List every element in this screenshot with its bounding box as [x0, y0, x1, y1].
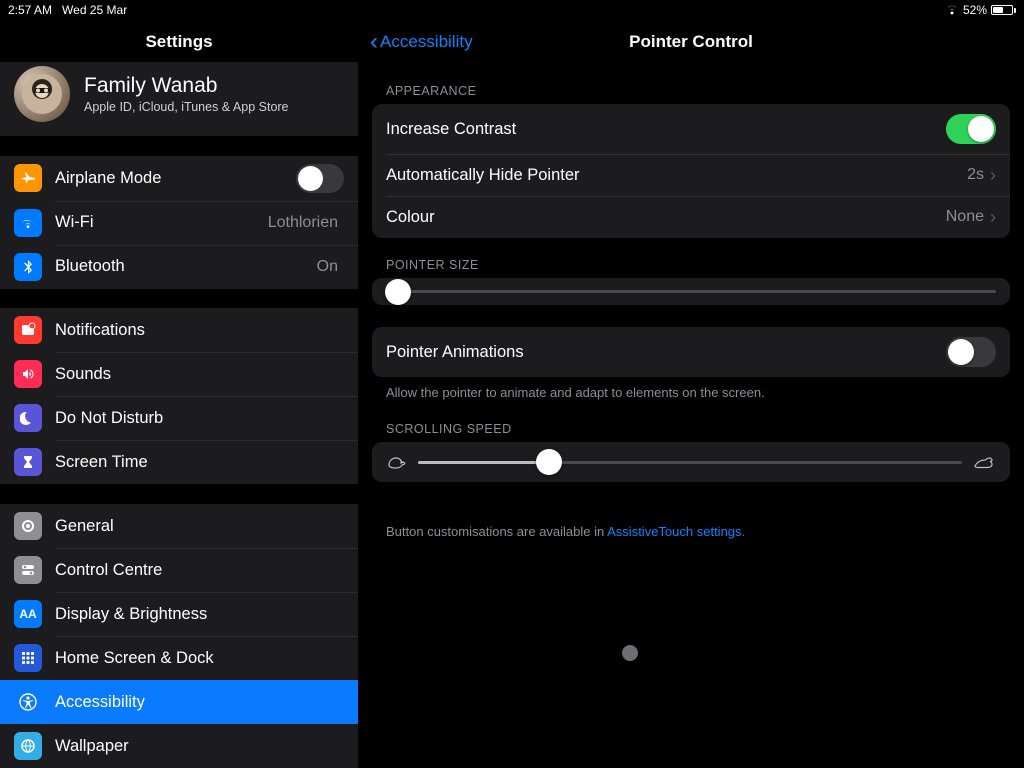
scrolling-speed-slider-card — [372, 442, 1010, 482]
wallpaper-label: Wallpaper — [55, 737, 344, 756]
accessibility-label: Accessibility — [55, 693, 344, 712]
pointer-animations-toggle[interactable] — [946, 337, 996, 367]
status-date: Wed 25 Mar — [62, 3, 127, 17]
accessibility-icon — [14, 688, 42, 716]
sidebar-item-accessibility[interactable]: Accessibility — [0, 680, 358, 724]
slider-thumb[interactable] — [536, 449, 562, 475]
status-bar: 2:57 AM Wed 25 Mar 52% — [0, 0, 1024, 20]
pointer-size-header: POINTER SIZE — [358, 238, 1024, 278]
rabbit-icon — [972, 454, 996, 470]
sidebar-item-display[interactable]: AA Display & Brightness — [0, 592, 358, 636]
wifi-value: Lothlorien — [268, 214, 338, 232]
assistivetouch-link[interactable]: AssistiveTouch settings. — [607, 524, 745, 539]
status-time-date: 2:57 AM Wed 25 Mar — [8, 3, 127, 17]
switches-icon — [14, 556, 42, 584]
gear-icon — [14, 512, 42, 540]
sidebar-item-dnd[interactable]: Do Not Disturb — [0, 396, 358, 440]
detail-title: Pointer Control — [629, 32, 753, 52]
status-right: 52% — [945, 3, 1016, 17]
aa-icon: AA — [14, 600, 42, 628]
bluetooth-icon — [14, 253, 42, 281]
dnd-label: Do Not Disturb — [55, 409, 344, 428]
pointer-animations-row[interactable]: Pointer Animations — [372, 327, 1010, 377]
sidebar-item-wifi[interactable]: Wi-Fi Lothlorien — [0, 201, 358, 245]
sidebar-item-homedock[interactable]: Home Screen & Dock — [0, 636, 358, 680]
chevron-right-icon: › — [990, 207, 996, 228]
battery-percent: 52% — [963, 3, 987, 17]
assistivetouch-footer: Button customisations are available in A… — [358, 516, 1024, 541]
slider-thumb[interactable] — [385, 279, 411, 305]
increase-contrast-label: Increase Contrast — [386, 120, 946, 139]
sounds-label: Sounds — [55, 365, 344, 384]
nav-bar: ‹ Accessibility Pointer Control — [358, 20, 1024, 64]
chevron-right-icon: › — [990, 165, 996, 186]
wifi-icon — [945, 5, 959, 15]
status-time: 2:57 AM — [8, 3, 52, 17]
screentime-label: Screen Time — [55, 453, 344, 472]
scrolling-speed-slider[interactable] — [418, 461, 962, 464]
sidebar-item-bluetooth[interactable]: Bluetooth On — [0, 245, 358, 289]
airplane-toggle[interactable] — [296, 164, 344, 193]
chevron-left-icon: ‹ — [370, 30, 378, 54]
pointer-animations-label: Pointer Animations — [386, 343, 946, 362]
wallpaper-icon — [14, 732, 42, 760]
profile-subtitle: Apple ID, iCloud, iTunes & App Store — [84, 100, 289, 114]
sidebar-item-screentime[interactable]: Screen Time — [0, 440, 358, 484]
avatar — [14, 66, 70, 122]
sounds-icon — [14, 360, 42, 388]
profile-row[interactable]: Family Wanab Apple ID, iCloud, iTunes & … — [0, 62, 358, 136]
auto-hide-row[interactable]: Automatically Hide Pointer 2s › — [372, 154, 1010, 196]
back-label: Accessibility — [380, 32, 473, 52]
airplane-label: Airplane Mode — [55, 169, 296, 188]
detail-pane: ‹ Accessibility Pointer Control APPEARAN… — [358, 0, 1024, 768]
general-label: General — [55, 517, 344, 536]
pointer-animations-footer: Allow the pointer to animate and adapt t… — [358, 377, 1024, 402]
footer-text: Button customisations are available in — [386, 524, 607, 539]
airplane-icon — [14, 164, 42, 192]
pointer-size-slider-card — [372, 278, 1010, 305]
sidebar-item-airplane[interactable]: Airplane Mode — [0, 156, 358, 201]
system-pointer-dot — [622, 645, 638, 661]
battery-icon — [991, 5, 1016, 15]
turtle-icon — [386, 454, 408, 470]
scrolling-speed-header: SCROLLING SPEED — [358, 402, 1024, 442]
profile-name: Family Wanab — [84, 74, 289, 98]
moon-icon — [14, 404, 42, 432]
sidebar-item-wallpaper[interactable]: Wallpaper — [0, 724, 358, 768]
sidebar-item-controlcentre[interactable]: Control Centre — [0, 548, 358, 592]
colour-value: None — [946, 208, 984, 226]
wifi-label: Wi-Fi — [55, 213, 268, 232]
settings-sidebar: Settings Family Wanab Apple ID, iCloud, … — [0, 0, 358, 768]
sidebar-item-notifications[interactable]: Notifications — [0, 308, 358, 352]
sidebar-title: Settings — [0, 20, 358, 62]
bluetooth-label: Bluetooth — [55, 257, 317, 276]
back-button[interactable]: ‹ Accessibility — [370, 30, 473, 54]
hourglass-icon — [14, 448, 42, 476]
wifi-icon — [14, 209, 42, 237]
profile-text: Family Wanab Apple ID, iCloud, iTunes & … — [84, 74, 289, 114]
grid-icon — [14, 644, 42, 672]
bluetooth-value: On — [317, 258, 338, 276]
notifications-icon — [14, 316, 42, 344]
sidebar-item-general[interactable]: General — [0, 504, 358, 548]
auto-hide-value: 2s — [967, 166, 984, 184]
increase-contrast-row[interactable]: Increase Contrast — [372, 104, 1010, 154]
appearance-header: APPEARANCE — [358, 64, 1024, 104]
controlcentre-label: Control Centre — [55, 561, 344, 580]
increase-contrast-toggle[interactable] — [946, 114, 996, 144]
sidebar-item-sounds[interactable]: Sounds — [0, 352, 358, 396]
auto-hide-label: Automatically Hide Pointer — [386, 166, 967, 185]
colour-label: Colour — [386, 208, 946, 227]
pointer-size-slider[interactable] — [386, 290, 996, 293]
display-label: Display & Brightness — [55, 605, 344, 624]
notifications-label: Notifications — [55, 321, 344, 340]
colour-row[interactable]: Colour None › — [372, 196, 1010, 238]
homedock-label: Home Screen & Dock — [55, 649, 344, 668]
